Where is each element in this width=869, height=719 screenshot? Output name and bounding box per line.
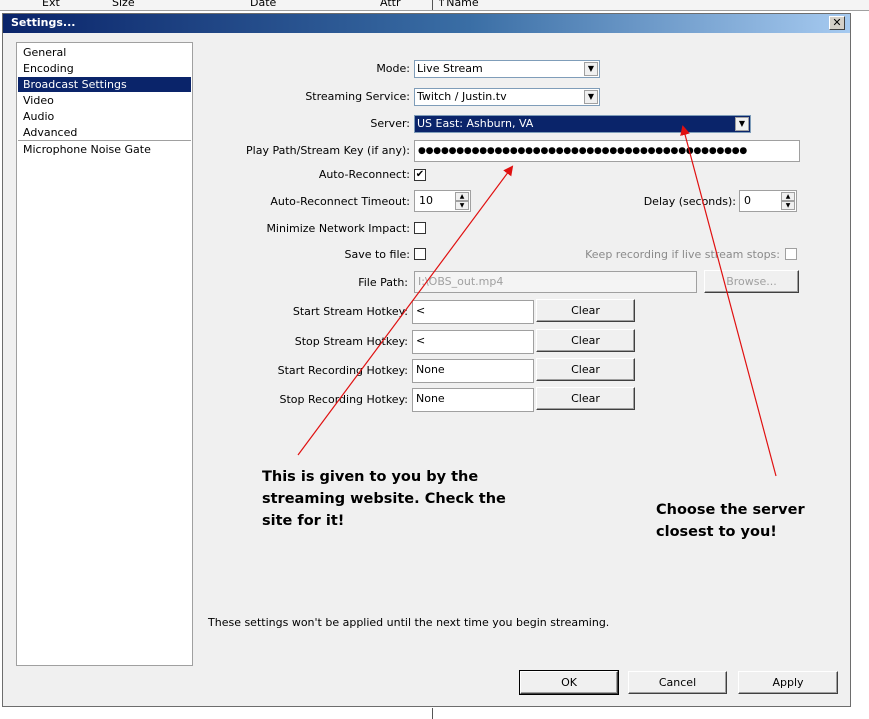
column-attr: Attr — [380, 0, 401, 9]
background-divider — [432, 0, 433, 10]
delay-value: 0 — [744, 194, 751, 207]
start-recording-hotkey-value: None — [416, 363, 445, 376]
start-stream-hotkey-value: < — [416, 304, 426, 317]
stream-key-label: Play Path/Stream Key (if any): — [246, 144, 410, 157]
start-recording-hotkey-input[interactable]: None — [412, 359, 534, 383]
start-recording-hotkey-clear-button[interactable]: Clear — [536, 358, 635, 381]
column-size: Size — [112, 0, 135, 9]
mode-value: Live Stream — [417, 62, 483, 75]
sidebar-item-general[interactable]: General — [23, 45, 66, 60]
streaming-service-label: Streaming Service: — [305, 90, 410, 103]
keep-recording-label: Keep recording if live stream stops: — [585, 248, 780, 261]
stream-key-annotation: This is given to you by the streaming we… — [262, 466, 506, 532]
mode-label: Mode: — [376, 62, 410, 75]
chevron-down-icon: ▼ — [584, 90, 598, 104]
save-to-file-label: Save to file: — [344, 248, 411, 261]
server-label: Server: — [370, 117, 410, 130]
spin-down-icon[interactable]: ▼ — [455, 201, 469, 210]
annotation-line: site for it! — [262, 513, 345, 529]
minimize-network-impact-label: Minimize Network Impact: — [266, 222, 410, 235]
stop-recording-hotkey-value: None — [416, 392, 445, 405]
annotation-line: streaming website. Check the — [262, 491, 506, 507]
column-date: Date — [250, 0, 277, 9]
checkmark-icon: ✔ — [415, 169, 425, 180]
stop-recording-hotkey-input[interactable]: None — [412, 388, 534, 412]
stream-key-value: ●●●●●●●●●●●●●●●●●●●●●●●●●●●●●●●●●●●●●●●●… — [418, 146, 748, 156]
annotation-line: closest to you! — [656, 524, 777, 540]
background-divider — [432, 708, 433, 719]
sidebar-item-advanced[interactable]: Advanced — [23, 125, 77, 140]
streaming-service-select[interactable]: Twitch / Justin.tv ▼ — [414, 88, 600, 106]
background-file-list-header: Ext Size Date Attr ↑Name — [0, 0, 869, 11]
stop-recording-hotkey-label: Stop Recording Hotkey: — [279, 393, 409, 406]
title-bar[interactable]: Settings... ✕ — [3, 14, 850, 33]
auto-reconnect-timeout-label: Auto-Reconnect Timeout: — [270, 195, 410, 208]
settings-category-list: General Encoding Broadcast Settings Vide… — [16, 42, 193, 666]
minimize-network-impact-checkbox[interactable] — [414, 222, 426, 234]
delay-spinner[interactable]: 0 ▲ ▼ — [739, 190, 797, 212]
file-path-input[interactable]: I:\OBS_out.mp4 — [414, 271, 697, 293]
server-annotation: Choose the server closest to you! — [656, 499, 805, 543]
auto-reconnect-timeout-spinner[interactable]: 10 ▲ ▼ — [414, 190, 471, 212]
start-stream-hotkey-input[interactable]: < — [412, 300, 534, 324]
chevron-down-icon: ▼ — [584, 62, 598, 76]
stop-stream-hotkey-value: < — [416, 334, 426, 347]
save-to-file-checkbox[interactable] — [414, 248, 426, 260]
annotation-line: Choose the server — [656, 502, 805, 518]
start-stream-hotkey-clear-button[interactable]: Clear — [536, 299, 635, 322]
stream-key-input[interactable]: ●●●●●●●●●●●●●●●●●●●●●●●●●●●●●●●●●●●●●●●●… — [414, 140, 800, 162]
file-path-value: I:\OBS_out.mp4 — [418, 275, 504, 288]
cancel-button[interactable]: Cancel — [628, 671, 727, 694]
annotation-line: This is given to you by the — [262, 469, 479, 485]
auto-reconnect-checkbox[interactable]: ✔ — [414, 169, 426, 181]
sidebar-divider — [18, 140, 191, 141]
chevron-down-icon: ▼ — [735, 117, 749, 131]
window-title: Settings... — [11, 16, 76, 29]
browse-button[interactable]: Browse... — [704, 270, 799, 293]
file-path-label: File Path: — [358, 276, 408, 289]
column-name: ↑Name — [437, 0, 479, 9]
sidebar-item-microphone-noise-gate[interactable]: Microphone Noise Gate — [23, 142, 151, 157]
sidebar-item-video[interactable]: Video — [23, 93, 54, 108]
spin-up-icon[interactable]: ▲ — [781, 192, 795, 201]
settings-note: These settings won't be applied until th… — [208, 616, 610, 629]
server-value: US East: Ashburn, VA — [417, 117, 534, 130]
ok-button[interactable]: OK — [519, 670, 619, 695]
auto-reconnect-timeout-value: 10 — [419, 194, 433, 207]
sidebar-item-audio[interactable]: Audio — [23, 109, 54, 124]
stop-stream-hotkey-input[interactable]: < — [412, 330, 534, 354]
auto-reconnect-label: Auto-Reconnect: — [318, 168, 410, 181]
stop-recording-hotkey-clear-button[interactable]: Clear — [536, 387, 635, 410]
sidebar-item-broadcast-settings[interactable]: Broadcast Settings — [23, 77, 127, 92]
stop-stream-hotkey-clear-button[interactable]: Clear — [536, 329, 635, 352]
close-button[interactable]: ✕ — [829, 16, 845, 30]
start-recording-hotkey-label: Start Recording Hotkey: — [277, 364, 408, 377]
spin-up-icon[interactable]: ▲ — [455, 192, 469, 201]
keep-recording-checkbox[interactable] — [785, 248, 797, 260]
start-stream-hotkey-label: Start Stream Hotkey: — [292, 305, 408, 318]
delay-label: Delay (seconds): — [643, 195, 736, 208]
streaming-service-value: Twitch / Justin.tv — [417, 90, 507, 103]
mode-select[interactable]: Live Stream ▼ — [414, 60, 600, 78]
column-ext: Ext — [42, 0, 60, 9]
sidebar-item-encoding[interactable]: Encoding — [23, 61, 74, 76]
server-select[interactable]: US East: Ashburn, VA ▼ — [414, 115, 751, 133]
spin-down-icon[interactable]: ▼ — [781, 201, 795, 210]
apply-button[interactable]: Apply — [738, 671, 838, 694]
close-icon: ✕ — [832, 16, 842, 29]
stop-stream-hotkey-label: Stop Stream Hotkey: — [294, 335, 408, 348]
